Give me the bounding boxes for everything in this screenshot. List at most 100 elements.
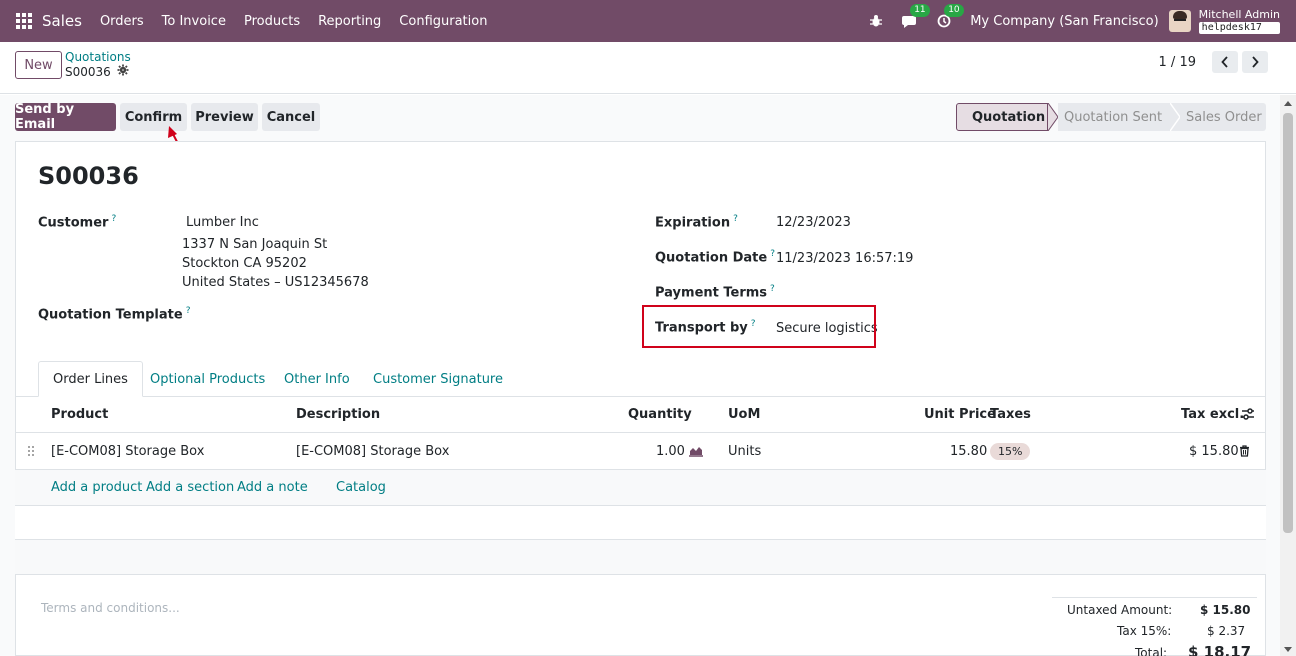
tab-order-lines[interactable]: Order Lines (38, 361, 143, 397)
help-icon[interactable]: ? (111, 214, 116, 224)
quotation-date-field[interactable]: 11/23/2023 16:57:19 (776, 251, 913, 266)
catalog-link[interactable]: Catalog (336, 480, 386, 495)
new-button[interactable]: New (15, 51, 62, 79)
line-quantity[interactable]: 1.00 (656, 444, 685, 459)
control-panel: New Quotations S00036 1 / 19 (0, 42, 1296, 94)
pager: 1 / 19 (1159, 51, 1268, 73)
user-avatar[interactable] (1168, 10, 1191, 32)
messages-badge: 11 (910, 4, 930, 17)
untaxed-amount-value: $ 15.80 (1200, 603, 1251, 617)
stage-quotation-sent-label: Quotation Sent (1064, 109, 1163, 125)
column-unit-price[interactable]: Unit Price (924, 407, 996, 422)
header-divider (15, 432, 1266, 433)
annotation-highlight-box (642, 305, 876, 348)
clock-icon[interactable]: 10 (936, 4, 964, 29)
customer-label: Customer? (38, 214, 116, 230)
quotation-date-label-text: Quotation Date (655, 250, 768, 266)
tab-other-info[interactable]: Other Info (284, 361, 350, 397)
line-uom[interactable]: Units (728, 444, 761, 459)
quotation-template-label: Quotation Template? (38, 306, 190, 322)
menu-orders[interactable]: Orders (100, 14, 144, 29)
pager-value[interactable]: 1 / 19 (1159, 55, 1196, 70)
empty-row (15, 540, 1266, 574)
terms-input[interactable]: Terms and conditions... (41, 601, 180, 615)
expiration-field[interactable]: 12/23/2023 (776, 215, 851, 230)
menu-configuration[interactable]: Configuration (399, 14, 487, 29)
tax-label: Tax 15%: (1117, 624, 1172, 638)
menu-products[interactable]: Products (244, 14, 300, 29)
add-section-link[interactable]: Add a section (146, 480, 234, 495)
line-subtotal: $ 15.80 (1189, 444, 1239, 459)
help-icon[interactable]: ? (770, 249, 775, 259)
app-brand[interactable]: Sales (42, 12, 82, 30)
column-tax-excl[interactable]: Tax excl. (1181, 407, 1244, 422)
customer-city: Stockton CA 95202 (182, 256, 307, 271)
pager-previous-button[interactable] (1212, 51, 1238, 73)
cancel-button[interactable]: Cancel (262, 103, 320, 131)
column-quantity[interactable]: Quantity (628, 407, 692, 422)
column-uom[interactable]: UoM (728, 407, 760, 422)
customer-field[interactable]: Lumber Inc (186, 215, 259, 230)
add-note-link[interactable]: Add a note (237, 480, 308, 495)
stage-sales-order[interactable]: Sales Order (1180, 103, 1266, 131)
add-product-link[interactable]: Add a product (51, 480, 142, 495)
chevron-right-icon (1252, 56, 1259, 68)
activities-badge: 10 (944, 4, 964, 17)
line-description[interactable]: [E-COM08] Storage Box (296, 444, 449, 459)
chat-icon[interactable]: 11 (902, 4, 930, 29)
user-menu[interactable]: Mitchell Admin helpdesk17 (1198, 8, 1280, 34)
column-product[interactable]: Product (51, 407, 108, 422)
stage-sales-order-label: Sales Order (1186, 109, 1262, 125)
gear-icon[interactable] (117, 64, 129, 79)
breadcrumb: Quotations S00036 (65, 50, 131, 79)
line-tax-badge[interactable]: 15% (990, 443, 1031, 460)
app-grid-icon[interactable] (16, 13, 32, 29)
drag-handle-icon[interactable] (27, 445, 35, 461)
stage-quotation-label: Quotation (972, 109, 1046, 125)
help-icon[interactable]: ? (186, 306, 191, 316)
column-taxes[interactable]: Taxes (990, 407, 1031, 422)
row-divider (15, 574, 1266, 575)
column-description[interactable]: Description (296, 407, 380, 422)
send-by-email-button[interactable]: Send by Email (15, 102, 116, 132)
top-navbar: Sales Orders To Invoice Products Reporti… (0, 0, 1296, 42)
column-settings-icon[interactable] (1241, 407, 1255, 425)
payment-terms-label: Payment Terms? (655, 284, 775, 300)
status-bar: Quotation Quotation Sent Sales Order (956, 103, 1266, 131)
quotation-template-label-text: Quotation Template (38, 307, 183, 323)
forecast-chart-icon[interactable] (689, 445, 703, 461)
empty-row (15, 506, 1266, 539)
line-product[interactable]: [E-COM08] Storage Box (51, 444, 204, 459)
navbar-systray: 11 10 My Company (San Francisco) Mitchel… (868, 0, 1280, 42)
breadcrumb-record: S00036 (65, 64, 111, 79)
expiration-label: Expiration? (655, 214, 738, 230)
help-icon[interactable]: ? (770, 284, 775, 294)
trash-icon[interactable] (1239, 445, 1250, 461)
stage-quotation-sent[interactable]: Quotation Sent (1058, 103, 1170, 131)
quotation-date-label: Quotation Date? (655, 249, 775, 265)
scroll-down-arrow[interactable] (1284, 647, 1292, 652)
customer-label-text: Customer (38, 215, 109, 231)
stage-separator (1048, 103, 1058, 131)
pager-next-button[interactable] (1242, 51, 1268, 73)
company-switcher[interactable]: My Company (San Francisco) (970, 14, 1158, 29)
line-unit-price[interactable]: 15.80 (950, 444, 987, 459)
breadcrumb-quotations[interactable]: Quotations (65, 50, 131, 64)
vertical-scrollbar[interactable] (1280, 95, 1296, 656)
expiration-label-text: Expiration (655, 215, 731, 231)
untaxed-amount-label: Untaxed Amount: (1067, 603, 1173, 617)
scroll-thumb[interactable] (1283, 113, 1293, 533)
record-title: S00036 (38, 162, 139, 190)
breadcrumb-current: S00036 (65, 64, 131, 79)
menu-to-invoice[interactable]: To Invoice (162, 14, 226, 29)
stage-quotation[interactable]: Quotation (956, 103, 1048, 131)
scroll-up-arrow[interactable] (1284, 101, 1292, 106)
total-value: $ 18.17 (1188, 643, 1252, 656)
menu-reporting[interactable]: Reporting (318, 14, 381, 29)
bug-icon[interactable] (868, 13, 884, 29)
tab-optional-products[interactable]: Optional Products (150, 361, 265, 397)
totals-box (1052, 597, 1257, 598)
help-icon[interactable]: ? (733, 214, 738, 224)
total-label: Total: (1135, 646, 1168, 656)
tab-customer-signature[interactable]: Customer Signature (373, 361, 503, 397)
